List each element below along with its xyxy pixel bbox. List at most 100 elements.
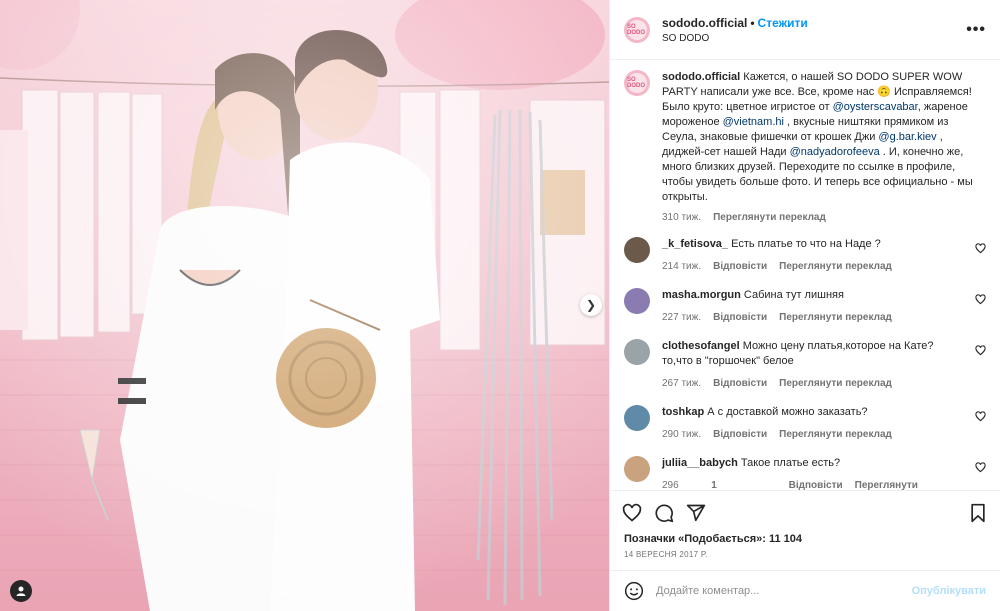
avatar-logo: SO DODO	[627, 19, 647, 40]
comment-time[interactable]: 214 тиж.	[662, 259, 701, 274]
comment-time[interactable]: 296 тиж.	[662, 478, 699, 490]
heart-icon	[975, 294, 986, 305]
comment-meta: 267 тиж. Відповісти Переглянути переклад	[662, 376, 962, 391]
comment-meta: 296 тиж. 1 вподобання Відповісти Переглянут…	[662, 478, 962, 490]
comment-body: juliia__babych Такое платье есть? 296 тиж…	[662, 456, 962, 490]
more-horizontal-icon: •••	[966, 20, 986, 38]
comment-text: А с доставкой можно заказать?	[707, 406, 868, 418]
like-button[interactable]	[622, 503, 642, 523]
likes-count[interactable]: Позначки «Подобається»: 11 104	[624, 533, 802, 545]
comment-item: clothesofangel Можно цену платья,которое…	[624, 339, 986, 391]
save-button[interactable]	[968, 503, 988, 523]
author-line: sododo.official • Стежити	[662, 16, 966, 30]
see-translation-link[interactable]: Переглянути переклад	[779, 376, 892, 391]
comment-meta: 214 тиж. Відповісти Переглянути переклад	[662, 259, 962, 274]
commenter-avatar[interactable]	[624, 339, 650, 365]
see-translation-link[interactable]: Переглянути переклад	[779, 427, 892, 442]
photo-scene	[0, 0, 609, 611]
comments-scroll[interactable]: SO DODO sododo.official Кажется, о нашей…	[610, 60, 1000, 490]
reply-button[interactable]: Відповісти	[713, 310, 767, 325]
see-translation-link[interactable]: Переглянути переклад	[779, 310, 892, 325]
carousel-dot	[298, 592, 303, 596]
see-translation-link[interactable]: Переглянути переклад	[855, 478, 962, 490]
comment-item: _k_fetisova_ Есть платье то что на Наде …	[624, 237, 986, 274]
caption-username[interactable]: sododo.official	[662, 71, 740, 83]
post-photo[interactable]: ❯	[0, 0, 609, 611]
carousel-dot	[314, 592, 319, 596]
see-translation-link[interactable]: Переглянути переклад	[779, 259, 892, 274]
share-button[interactable]	[686, 503, 706, 523]
comment-likes[interactable]: 1 вподобання	[711, 478, 776, 490]
more-options-button[interactable]: •••	[966, 21, 986, 39]
comment-text: Есть платье то что на Наде ?	[731, 238, 881, 250]
comment-time[interactable]: 227 тиж.	[662, 310, 701, 325]
add-comment-bar: Опублікувати	[610, 570, 1000, 611]
commenter-username[interactable]: masha.morgun	[662, 289, 741, 301]
post-comment-button[interactable]: Опублікувати	[912, 585, 986, 597]
avatar-logo: SO DODO	[627, 73, 647, 93]
caption-time[interactable]: 310 тиж.	[662, 212, 701, 223]
mention-link[interactable]: @vietnam.hi	[723, 116, 784, 128]
heart-icon	[622, 503, 642, 522]
comment-item: toshkap А с доставкой можно заказать? 290…	[624, 405, 986, 442]
carousel-dot	[306, 592, 311, 596]
action-bar	[610, 490, 1000, 534]
commenter-avatar[interactable]	[624, 288, 650, 314]
heart-icon	[975, 462, 986, 473]
reply-button[interactable]: Відповісти	[713, 259, 767, 274]
author-username[interactable]: sododo.official	[662, 16, 747, 30]
comment-body: _k_fetisova_ Есть платье то что на Наде …	[662, 237, 962, 274]
emoji-button[interactable]	[624, 581, 644, 601]
chevron-right-icon: ❯	[585, 298, 597, 312]
comment-button[interactable]	[654, 503, 674, 523]
reply-button[interactable]: Відповісти	[713, 376, 767, 391]
commenter-username[interactable]: clothesofangel	[662, 340, 740, 352]
follow-button[interactable]: Стежити	[758, 16, 808, 30]
comment-item: juliia__babych Такое платье есть? 296 тиж…	[624, 456, 986, 490]
commenter-username[interactable]: juliia__babych	[662, 457, 738, 469]
author-avatar[interactable]: SO DODO	[624, 16, 650, 43]
tagged-users-button[interactable]	[10, 580, 32, 602]
post-date[interactable]: 14 ВЕРЕСНЯ 2017 Р.	[624, 550, 708, 559]
comment-input[interactable]	[656, 585, 912, 597]
next-photo-button[interactable]: ❯	[580, 294, 602, 316]
post-side-panel: SO DODO sododo.official • Стежити SO DODO …	[609, 0, 1000, 611]
reply-button[interactable]: Відповісти	[713, 427, 767, 442]
comment-like-button[interactable]	[975, 411, 986, 425]
location-link[interactable]: SO DODO	[662, 33, 966, 44]
caption-meta: 310 тиж. Переглянути переклад	[662, 212, 980, 223]
emoji-icon	[624, 581, 644, 601]
comment-body: toshkap А с доставкой можно заказать? 290…	[662, 405, 962, 442]
commenter-avatar[interactable]	[624, 405, 650, 431]
comment-body: masha.morgun Сабина тут лишняя 227 тиж. Ві…	[662, 288, 962, 325]
comment-like-button[interactable]	[975, 243, 986, 257]
carousel-dot	[322, 592, 327, 596]
caption-text: sododo.official Кажется, о нашей SO DODO…	[662, 70, 980, 205]
bookmark-icon	[971, 503, 985, 522]
share-icon	[686, 504, 706, 521]
comment-body: clothesofangel Можно цену платья,которое…	[662, 339, 962, 391]
post-modal: ❯ SO DODO sododo.official • Стежити SO DOD…	[0, 0, 1000, 611]
comment-meta: 227 тиж. Відповісти Переглянути переклад	[662, 310, 962, 325]
carousel-dot	[290, 592, 295, 596]
comment-time[interactable]: 290 тиж.	[662, 427, 701, 442]
post-header: SO DODO sododo.official • Стежити SO DODO …	[610, 0, 1000, 60]
mention-link[interactable]: @g.bar.kiev	[878, 131, 936, 143]
comments-list: _k_fetisova_ Есть платье то что на Наде …	[624, 237, 986, 490]
comment-like-button[interactable]	[975, 462, 986, 476]
commenter-username[interactable]: toshkap	[662, 406, 704, 418]
caption-avatar[interactable]: SO DODO	[624, 70, 650, 96]
comment-like-button[interactable]	[975, 294, 986, 308]
mention-link[interactable]: @nadyadorofeeva	[790, 146, 880, 158]
post-caption: SO DODO sododo.official Кажется, о нашей…	[624, 70, 986, 223]
comment-like-button[interactable]	[975, 345, 986, 359]
commenter-username[interactable]: _k_fetisova_	[662, 238, 728, 250]
mention-link[interactable]: @oysterscavabar	[833, 101, 918, 113]
commenter-avatar[interactable]	[624, 237, 650, 263]
comment-item: masha.morgun Сабина тут лишняя 227 тиж. Ві…	[624, 288, 986, 325]
commenter-avatar[interactable]	[624, 456, 650, 482]
see-translation-link[interactable]: Переглянути переклад	[713, 212, 826, 223]
reply-button[interactable]: Відповісти	[789, 478, 843, 490]
heart-icon	[975, 411, 986, 422]
comment-time[interactable]: 267 тиж.	[662, 376, 701, 391]
